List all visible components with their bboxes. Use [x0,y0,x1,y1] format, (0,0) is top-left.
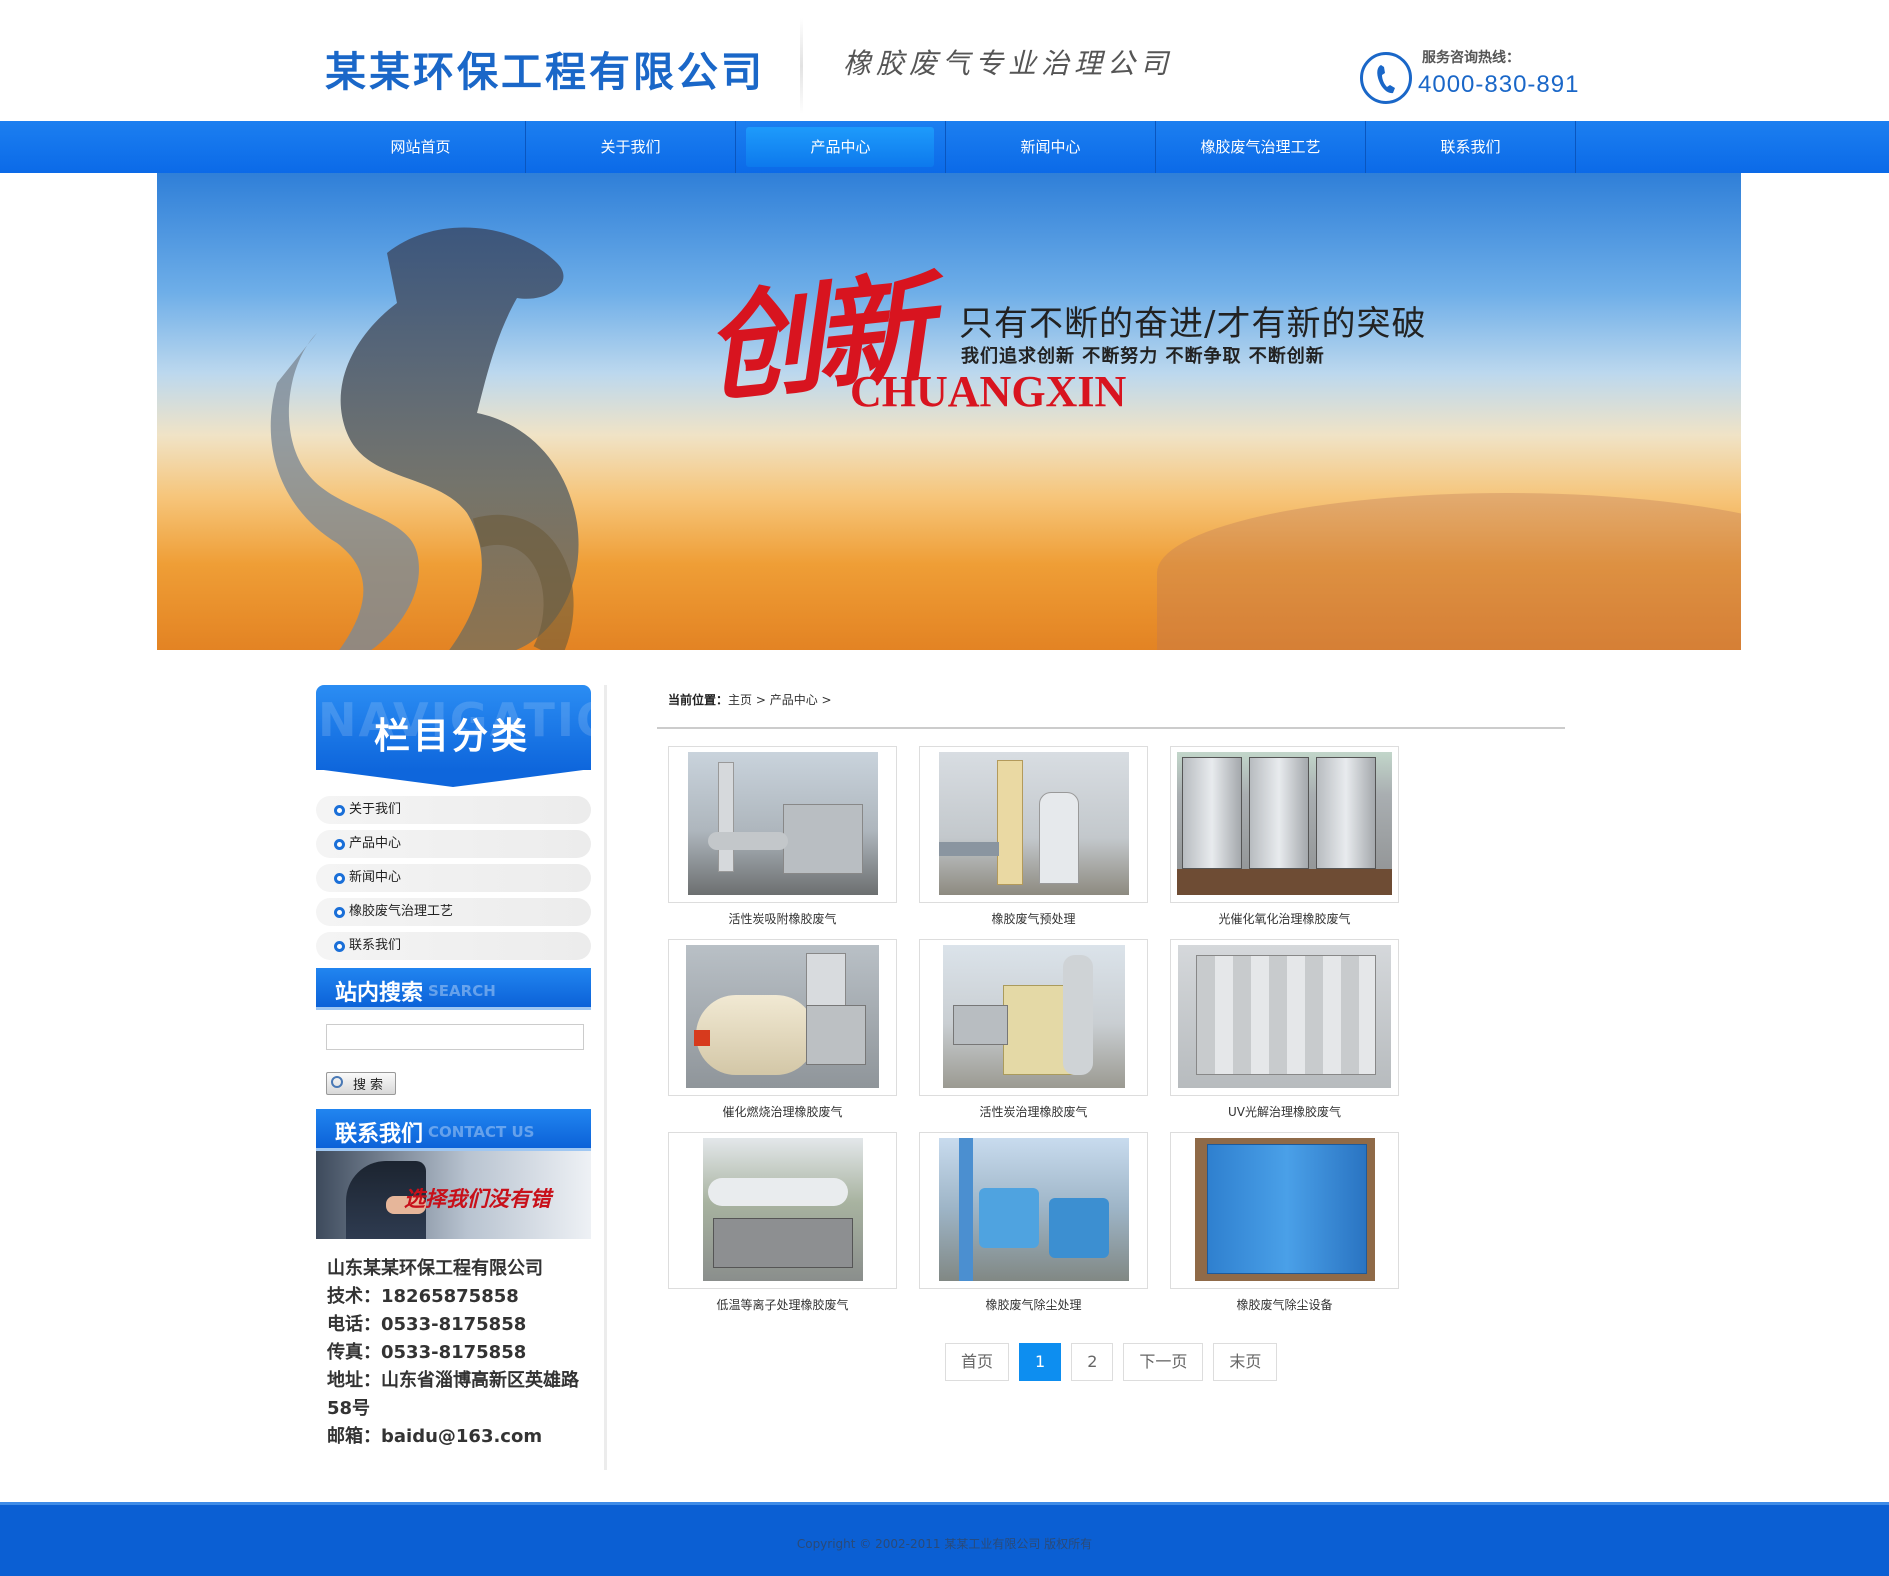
nav-item-contact[interactable]: 联系我们 [1366,121,1576,173]
last-page-button[interactable]: 末页 [1213,1343,1278,1381]
search-section-title: 站内搜索 SEARCH [316,968,591,1010]
product-caption[interactable]: UV光解治理橡胶废气 [1170,1103,1399,1120]
site-footer: Copyright © 2002-2011 某某工业有限公司 版权所有 [0,1502,1889,1576]
page-1-button[interactable]: 1 [1019,1343,1062,1381]
pagination: 首页 1 2 下一页 末页 [945,1343,1278,1381]
bullet-icon [334,873,345,884]
product-card[interactable]: 橡胶废气除尘处理 [919,1132,1148,1313]
contact-image-text: 选择我们没有错 [404,1187,551,1211]
contact-company: 山东某某环保工程有限公司 [327,1258,543,1279]
product-card[interactable]: 光催化氧化治理橡胶废气 [1170,746,1399,927]
contact-info: 山东某某环保工程有限公司 技术：18265875858 电话：0533-8175… [316,1239,591,1451]
product-caption[interactable]: 橡胶废气预处理 [919,910,1148,927]
category-item-products[interactable]: 产品中心 [316,830,591,858]
product-image-frame[interactable] [668,939,897,1096]
product-image-frame[interactable] [919,746,1148,903]
category-list: 关于我们 产品中心 新闻中心 橡胶废气治理工艺 联系我们 [316,796,591,960]
copyright: Copyright © 2002-2011 某某工业有限公司 版权所有 [796,1537,1093,1551]
hero-banner: 创新 只有不断的奋进/才有新的突破 我们追求创新 不断努力 不断争取 不断创新 … [157,173,1741,650]
product-image-frame[interactable] [919,939,1148,1096]
banner-mountain [1157,493,1741,650]
nav-item-home[interactable]: 网站首页 [316,121,526,173]
product-caption[interactable]: 光催化氧化治理橡胶废气 [1170,910,1399,927]
contact-phone: 电话：0533-8175858 [327,1314,527,1335]
product-image[interactable] [1177,752,1392,895]
contact-fax: 传真：0533-8175858 [327,1342,527,1363]
nav-item-about[interactable]: 关于我们 [526,121,736,173]
company-slogan: 橡胶废气专业治理公司 [843,47,1174,80]
product-caption[interactable]: 橡胶废气除尘处理 [919,1296,1148,1313]
product-caption[interactable]: 低温等离子处理橡胶废气 [668,1296,897,1313]
page-2-button[interactable]: 2 [1071,1343,1114,1381]
contact-address-cont: 58号 [327,1398,371,1419]
product-image[interactable] [1194,1138,1375,1281]
category-item-about[interactable]: 关于我们 [316,796,591,824]
product-card[interactable]: 催化燃烧治理橡胶废气 [668,939,897,1120]
next-page-button[interactable]: 下一页 [1123,1343,1204,1381]
bullet-icon [334,839,345,850]
nav-item-products[interactable]: 产品中心 [736,121,946,173]
product-image[interactable] [702,1138,863,1281]
breadcrumb-divider [657,727,1565,729]
product-caption[interactable]: 活性炭吸附橡胶废气 [668,910,897,927]
product-card[interactable]: 低温等离子处理橡胶废气 [668,1132,897,1313]
category-header: NAVIGATION 栏目分类 [316,685,591,787]
category-item-news[interactable]: 新闻中心 [316,864,591,892]
sidebar: NAVIGATION 栏目分类 关于我们 产品中心 新闻中心 橡胶废气治理工艺 … [316,685,591,1451]
banner-english: CHUANGXIN [850,367,1127,416]
product-card[interactable]: 橡胶废气预处理 [919,746,1148,927]
product-card[interactable]: 橡胶废气除尘设备 [1170,1132,1399,1313]
search-icon [331,1076,343,1088]
phone-icon [1360,52,1412,104]
product-image-frame[interactable] [919,1132,1148,1289]
product-image[interactable] [686,945,879,1088]
product-image-frame[interactable] [668,746,897,903]
breadcrumb: 当前位置：主页 > 产品中心 > [668,691,832,708]
banner-headline: 只有不断的奋进/才有新的突破 [959,304,1427,344]
breadcrumb-label: 当前位置： [668,693,729,707]
contact-tech: 技术：18265875858 [327,1286,519,1307]
category-item-process[interactable]: 橡胶废气治理工艺 [316,898,591,926]
product-card[interactable]: UV光解治理橡胶废气 [1170,939,1399,1120]
banner-subline: 我们追求创新 不断努力 不断争取 不断创新 [961,346,1325,367]
bullet-icon [334,941,345,952]
product-card[interactable]: 活性炭吸附橡胶废气 [668,746,897,927]
product-caption[interactable]: 催化燃烧治理橡胶废气 [668,1103,897,1120]
nav-item-news[interactable]: 新闻中心 [946,121,1156,173]
company-logo-text[interactable]: 某某环保工程有限公司 [325,38,765,98]
contact-image: 选择我们没有错 [316,1151,591,1239]
product-image[interactable] [942,945,1125,1088]
bullet-icon [334,805,345,816]
product-image[interactable] [938,752,1129,895]
site-header: 某某环保工程有限公司 橡胶废气专业治理公司 服务咨询热线： 4000-830-8… [0,0,1889,121]
product-image[interactable] [938,1138,1129,1281]
nav-item-process[interactable]: 橡胶废气治理工艺 [1156,121,1366,173]
contact-email: 邮箱：baidu@163.com [327,1426,543,1447]
product-image-frame[interactable] [1170,746,1399,903]
first-page-button[interactable]: 首页 [945,1343,1010,1381]
category-title: 栏目分类 [374,716,531,757]
main-nav: 网站首页 关于我们 产品中心 新闻中心 橡胶废气治理工艺 联系我们 [0,121,1889,173]
search-input[interactable] [326,1024,584,1050]
sidebar-divider [604,685,607,1470]
product-caption[interactable]: 橡胶废气除尘设备 [1170,1296,1399,1313]
search-button[interactable]: 搜索 [326,1072,396,1095]
header-divider [800,18,803,114]
bullet-icon [334,907,345,918]
hotline-label: 服务咨询热线： [1422,50,1520,66]
dragon-statue-image [270,227,579,650]
product-image[interactable] [1178,945,1391,1088]
breadcrumb-path[interactable]: 主页 > 产品中心 > [728,693,832,707]
category-item-contact[interactable]: 联系我们 [316,932,591,960]
hotline-number: 4000-830-891 [1418,71,1580,98]
product-image-frame[interactable] [668,1132,897,1289]
product-image-frame[interactable] [1170,1132,1399,1289]
product-card[interactable]: 活性炭治理橡胶废气 [919,939,1148,1120]
contact-address: 地址：山东省淄博高新区英雄路 [327,1370,579,1391]
product-caption[interactable]: 活性炭治理橡胶废气 [919,1103,1148,1120]
contact-section-title: 联系我们 CONTACT US [316,1109,591,1151]
product-image[interactable] [687,752,878,895]
product-image-frame[interactable] [1170,939,1399,1096]
